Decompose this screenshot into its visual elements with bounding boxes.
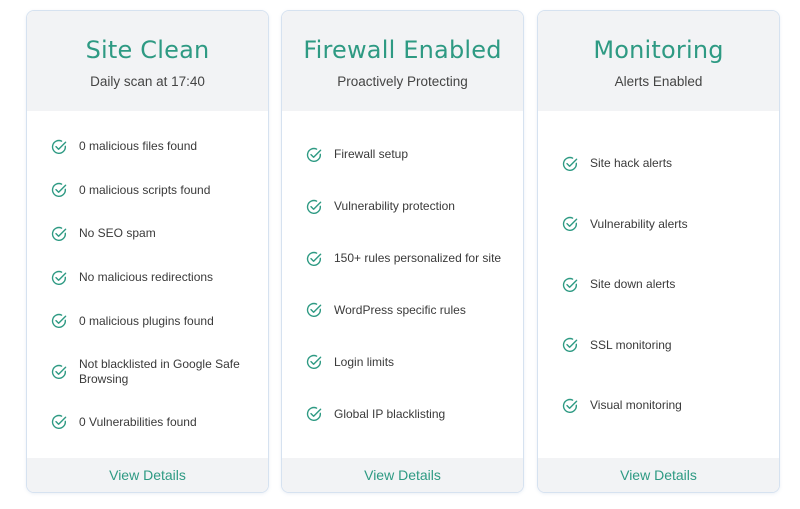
monitoring-card: Monitoring Alerts Enabled Site hack aler…: [537, 10, 780, 493]
card-footer: View Details: [282, 458, 523, 492]
feature-item: 0 malicious plugins found: [51, 313, 256, 329]
feature-label: 150+ rules personalized for site: [334, 251, 502, 266]
feature-item: 0 Vulnerabilities found: [51, 414, 256, 430]
check-circle-icon: [306, 302, 322, 318]
feature-label: Vulnerability alerts: [590, 216, 688, 231]
feature-label: 0 Vulnerabilities found: [79, 414, 197, 429]
check-circle-icon: [306, 251, 322, 267]
feature-label: Site down alerts: [590, 277, 676, 291]
feature-label: Site hack alerts: [590, 156, 673, 170]
check-circle-icon: [51, 414, 67, 430]
feature-item: Vulnerability protection: [306, 199, 511, 215]
feature-label: No SEO spam: [79, 226, 156, 241]
feature-item: 0 malicious scripts found: [51, 182, 256, 198]
feature-item: No SEO spam: [51, 226, 256, 242]
feature-item: Global IP blacklisting: [306, 406, 511, 422]
check-circle-icon: [51, 139, 67, 155]
check-circle-icon: [562, 216, 578, 232]
view-details-link[interactable]: View Details: [538, 458, 779, 492]
check-circle-icon: [562, 277, 578, 293]
feature-item: Site down alerts: [562, 277, 767, 293]
check-circle-icon: [51, 313, 67, 329]
feature-item: Visual monitoring: [562, 398, 767, 414]
card-header: Monitoring Alerts Enabled: [538, 11, 779, 111]
check-circle-icon: [306, 199, 322, 215]
check-circle-icon: [306, 147, 322, 163]
firewall-enabled-card: Firewall Enabled Proactively Protecting …: [281, 10, 524, 493]
feature-item: 150+ rules personalized for site: [306, 251, 511, 267]
feature-list: Firewall setup Vulnerability protection 15…: [306, 111, 511, 458]
feature-label: Firewall setup: [334, 147, 409, 162]
card-header: Firewall Enabled Proactively Protecting: [282, 11, 523, 111]
feature-item: Firewall setup: [306, 147, 511, 163]
feature-label: Visual monitoring: [590, 398, 682, 412]
feature-label: No malicious redirections: [79, 270, 214, 284]
feature-item: Site hack alerts: [562, 156, 767, 172]
site-clean-card: Site Clean Daily scan at 17:40 0 malicio…: [26, 10, 269, 493]
card-subtitle: Alerts Enabled: [614, 74, 703, 89]
check-circle-icon: [51, 182, 67, 198]
card-subtitle: Proactively Protecting: [337, 74, 468, 89]
feature-label: 0 malicious plugins found: [79, 313, 214, 328]
feature-item: SSL monitoring: [562, 337, 767, 353]
feature-label: Login limits: [334, 354, 395, 369]
feature-label: Vulnerability protection: [334, 199, 455, 214]
card-header: Site Clean Daily scan at 17:40: [27, 11, 268, 111]
feature-item: 0 malicious files found: [51, 139, 256, 155]
card-subtitle: Daily scan at 17:40: [90, 74, 205, 89]
check-circle-icon: [306, 406, 322, 422]
feature-label: SSL monitoring: [590, 337, 672, 352]
check-circle-icon: [562, 398, 578, 414]
view-details-link[interactable]: View Details: [27, 458, 268, 492]
card-title: Firewall Enabled: [303, 36, 502, 64]
feature-label: Global IP blacklisting: [334, 406, 446, 421]
check-circle-icon: [51, 270, 67, 286]
feature-label: 0 malicious files found: [79, 139, 198, 154]
feature-list: Site hack alerts Vulnerability alerts Site…: [562, 111, 767, 458]
status-cards: Site Clean Daily scan at 17:40 0 malicio…: [0, 0, 800, 509]
feature-label: 0 malicious scripts found: [79, 182, 211, 197]
check-circle-icon: [51, 364, 67, 380]
check-circle-icon: [562, 156, 578, 172]
feature-item: Vulnerability alerts: [562, 216, 767, 232]
feature-item: No malicious redirections: [51, 270, 256, 286]
check-circle-icon: [51, 226, 67, 242]
feature-list: 0 malicious files found 0 malicious scrip…: [51, 111, 256, 458]
view-details-link[interactable]: View Details: [282, 458, 523, 492]
card-title: Monitoring: [593, 36, 724, 64]
feature-item: Not blacklisted in Google Safe Browsing: [51, 357, 256, 387]
card-footer: View Details: [538, 458, 779, 492]
feature-item: Login limits: [306, 354, 511, 370]
feature-item: WordPress specific rules: [306, 302, 511, 318]
check-circle-icon: [306, 354, 322, 370]
card-title: Site Clean: [85, 36, 210, 64]
feature-label: WordPress specific rules: [334, 302, 466, 317]
card-footer: View Details: [27, 458, 268, 492]
check-circle-icon: [562, 337, 578, 353]
feature-label: Not blacklisted in Google Safe Browsing: [79, 356, 240, 386]
